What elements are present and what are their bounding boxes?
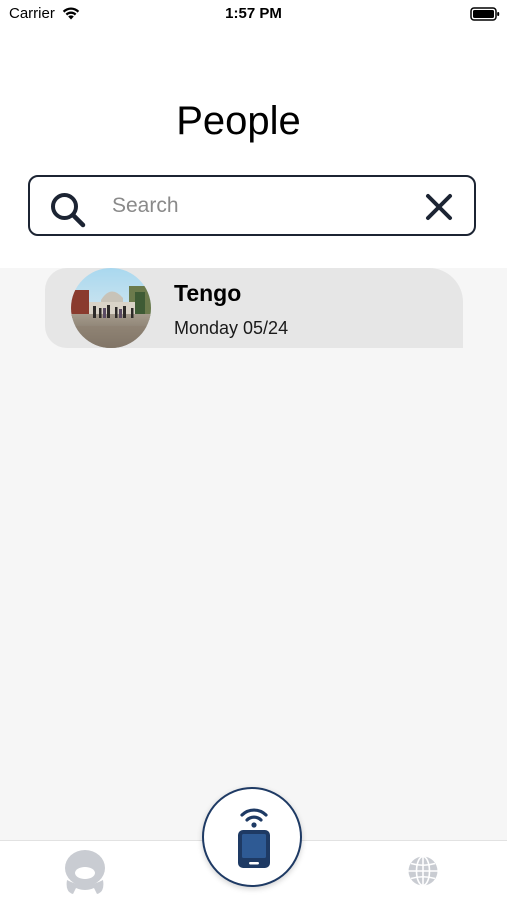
- search-icon[interactable]: [48, 190, 88, 230]
- page-title: People: [176, 99, 301, 143]
- battery-icon: [470, 7, 500, 21]
- avatar: [71, 268, 151, 348]
- search-bar: [28, 175, 476, 236]
- globe-icon[interactable]: [406, 854, 440, 888]
- phone-signal-icon: [238, 808, 270, 868]
- search-input[interactable]: [112, 191, 412, 221]
- list-item[interactable]: Tengo Monday 05/24: [45, 268, 463, 348]
- contact-name: Tengo: [174, 280, 242, 306]
- avatar-photo: [71, 268, 151, 348]
- phone-signal-button[interactable]: [202, 787, 302, 887]
- close-icon[interactable]: [424, 192, 454, 222]
- status-time: 1:57 PM: [225, 5, 282, 22]
- contact-date: Monday 05/24: [174, 318, 289, 338]
- status-bar: Carrier 1:57 PM: [0, 0, 507, 28]
- contact-list: Tengo Monday 05/24: [0, 268, 507, 840]
- profile-icon[interactable]: [62, 848, 108, 896]
